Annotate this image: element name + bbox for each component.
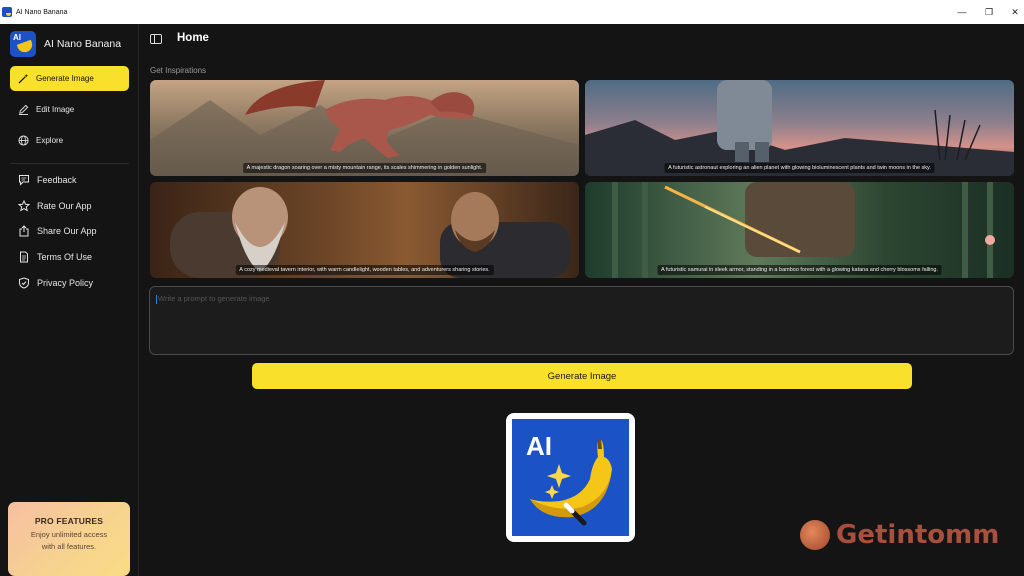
- minimize-button[interactable]: —: [948, 0, 976, 24]
- sidebar-toggle-icon[interactable]: [150, 34, 162, 44]
- generate-image-button[interactable]: Generate Image: [252, 363, 912, 389]
- inspiration-card[interactable]: A cozy medieval tavern interior, with wa…: [150, 182, 579, 278]
- banana-icon: AI: [512, 419, 629, 536]
- sidebar: AI AI Nano Banana Generate Image Edit Im…: [0, 24, 139, 576]
- window-titlebar: AI Nano Banana — ❐ ✕: [0, 0, 1024, 24]
- inspiration-card[interactable]: A futuristic samurai in sleek armor, sta…: [585, 182, 1014, 278]
- inspirations-label: Get Inspirations: [150, 66, 207, 75]
- astronaut-image: [585, 80, 1014, 176]
- brand-logo-text: AI: [13, 33, 21, 42]
- nav-label: Generate Image: [36, 74, 94, 83]
- app-icon: [2, 7, 12, 17]
- inspiration-card[interactable]: A majestic dragon soaring over a misty m…: [150, 80, 579, 176]
- brand-name: AI Nano Banana: [44, 38, 122, 50]
- prompt-placeholder: Write a prompt to generate image: [158, 294, 270, 303]
- sidebar-label: Rate Our App: [37, 201, 92, 211]
- pro-features-card[interactable]: PRO FEATURES Enjoy unlimited access with…: [8, 502, 130, 576]
- document-icon: [18, 251, 30, 263]
- tavern-image: [170, 187, 570, 278]
- nav-label: Edit Image: [36, 105, 75, 114]
- samurai-image: [612, 182, 995, 278]
- maximize-button[interactable]: ❐: [975, 0, 1003, 24]
- pro-title: PRO FEATURES: [34, 516, 104, 526]
- nav-label: Explore: [36, 136, 64, 145]
- nav-item-explore[interactable]: Explore: [10, 128, 129, 153]
- sidebar-item-share[interactable]: Share Our App: [10, 220, 129, 242]
- sidebar-label: Share Our App: [37, 226, 97, 236]
- nav-item-edit-image[interactable]: Edit Image: [10, 97, 129, 122]
- card-caption: A majestic dragon soaring over a misty m…: [242, 163, 487, 173]
- preview-image: AI: [506, 413, 635, 542]
- sidebar-label: Feedback: [37, 175, 77, 185]
- sidebar-item-privacy[interactable]: Privacy Policy: [10, 272, 129, 294]
- sidebar-label: Terms Of Use: [37, 252, 93, 262]
- dragon-image: [150, 80, 579, 176]
- inspiration-card[interactable]: A futuristic astronaut exploring an alie…: [585, 80, 1014, 176]
- card-caption: A cozy medieval tavern interior, with wa…: [235, 265, 494, 275]
- sidebar-item-rate[interactable]: Rate Our App: [10, 195, 129, 217]
- watermark-logo-icon: [800, 520, 830, 550]
- watermark: Getintomm: [800, 520, 999, 550]
- close-button[interactable]: ✕: [1001, 0, 1024, 24]
- globe-icon: [18, 135, 29, 146]
- star-icon: [18, 200, 30, 212]
- brand: AI AI Nano Banana: [10, 31, 121, 57]
- shield-icon: [18, 277, 30, 289]
- page-title: Home: [177, 32, 209, 44]
- sidebar-item-feedback[interactable]: Feedback: [10, 169, 129, 191]
- banana-icon: AI: [10, 31, 36, 57]
- magic-wand-icon: [18, 73, 29, 84]
- sidebar-item-terms[interactable]: Terms Of Use: [10, 246, 129, 268]
- chat-icon: [18, 174, 30, 186]
- watermark-text: Getintomm: [836, 520, 1000, 550]
- window-title: AI Nano Banana: [16, 8, 68, 16]
- pro-description: Enjoy unlimited access with all features…: [30, 530, 108, 551]
- card-caption: A futuristic astronaut exploring an alie…: [664, 163, 935, 173]
- nav-item-generate-image[interactable]: Generate Image: [10, 66, 129, 91]
- prompt-input[interactable]: Write a prompt to generate image: [149, 286, 1014, 355]
- share-icon: [18, 225, 30, 237]
- pencil-icon: [18, 104, 29, 115]
- card-caption: A futuristic samurai in sleek armor, sta…: [657, 265, 942, 275]
- sidebar-divider: [10, 163, 129, 164]
- sidebar-label: Privacy Policy: [37, 278, 94, 288]
